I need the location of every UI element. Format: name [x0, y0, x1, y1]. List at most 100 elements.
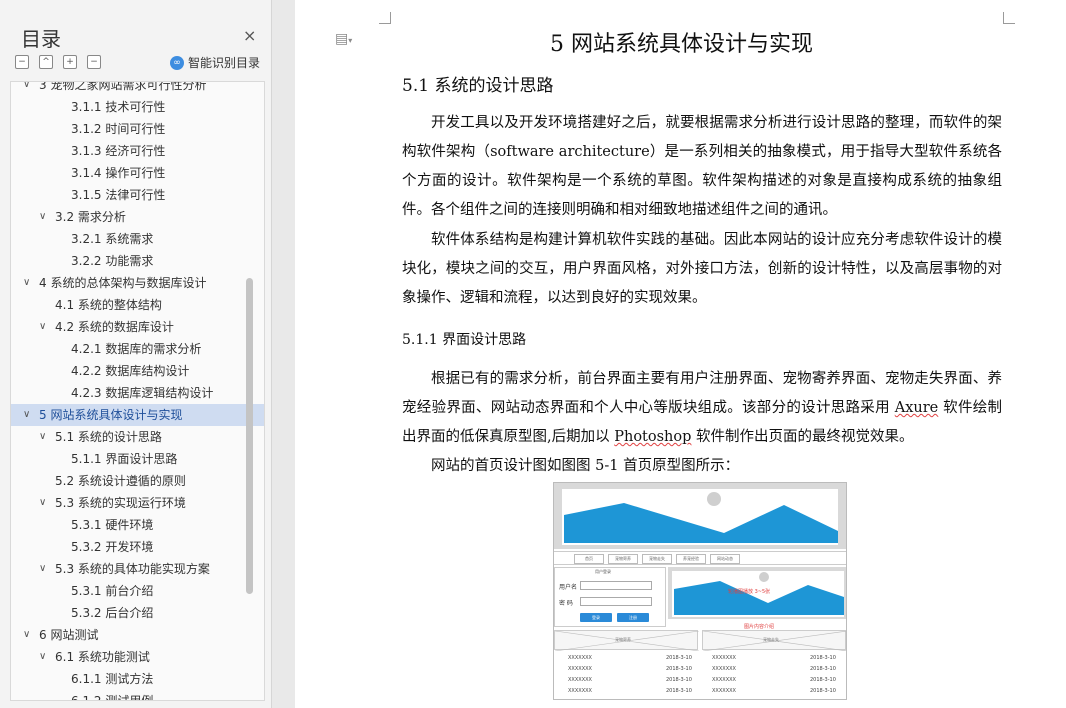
toc-item[interactable]: 5.1.1 界面设计思路: [11, 448, 264, 470]
margin-mark-left: [379, 12, 391, 24]
toc-item[interactable]: 3.2.1 系统需求: [11, 228, 264, 250]
toc-item[interactable]: ∨ 3.2 需求分析: [11, 206, 264, 228]
chevron-down-icon[interactable]: ∨: [23, 404, 30, 426]
mockup-banner: [554, 483, 846, 549]
toc-item[interactable]: ∨ 5.3 系统的实现运行环境: [11, 492, 264, 514]
mockup-section-box: 宠物寄养: [554, 630, 699, 651]
mockup-list-date: 2018-3-10: [810, 666, 836, 672]
toc-item[interactable]: 3.1.5 法律可行性: [11, 184, 264, 206]
toc-item[interactable]: 3.1.4 操作可行性: [11, 162, 264, 184]
toc-item[interactable]: ∨ 4.2 系统的数据库设计: [11, 316, 264, 338]
subsection-heading: 5.1.1 界面设计思路: [402, 332, 527, 348]
chevron-down-icon[interactable]: ∨: [39, 558, 46, 580]
paragraph-2: 软件体系结构是构建计算机软件实践的基础。因此本网站的设计应充分考虑软件设计的模块…: [402, 232, 1002, 306]
level-up-icon[interactable]: ^: [39, 55, 53, 69]
toc-item-label: 5.3 系统的实现运行环境: [55, 496, 186, 510]
chevron-down-icon[interactable]: ∨: [23, 82, 30, 96]
mockup-nav: 首页 宠物寄养 宠物走失 养宠经验 网站动态: [554, 551, 846, 565]
mockup-list-name: XXXXXXX: [712, 688, 736, 694]
chevron-down-icon[interactable]: ∨: [23, 272, 30, 294]
toc-item-label: 4.2.1 数据库的需求分析: [71, 342, 202, 356]
remove-heading-icon[interactable]: −: [87, 55, 101, 69]
toc-item[interactable]: ∨ 5.1 系统的设计思路: [11, 426, 264, 448]
mockup-list-name: XXXXXXX: [568, 677, 592, 683]
homepage-mockup-figure[interactable]: 首页 宠物寄养 宠物走失 养宠经验 网站动态 用户登录 用户名 密 码 登录 注…: [553, 482, 847, 700]
toc-item-label: 3.1.3 经济可行性: [71, 144, 166, 158]
smart-recognize-icon: ∞: [170, 55, 184, 70]
document-page[interactable]: ▤▾ 5 网站系统具体设计与实现 5.1 系统的设计思路 开发工具以及开发环境搭…: [295, 0, 1066, 708]
toc-item[interactable]: ∨ 6.1 系统功能测试: [11, 646, 264, 668]
mockup-user-input: [580, 581, 652, 590]
mockup-list-name: XXXXXXX: [568, 655, 592, 661]
toc-item-label: 6.1.1 测试方法: [71, 672, 154, 686]
mockup-tab: 宠物寄养: [608, 554, 638, 564]
mockup-list-name: XXXXXXX: [712, 666, 736, 672]
toc-item[interactable]: 4.2.3 数据库逻辑结构设计: [11, 382, 264, 404]
toc-item[interactable]: ∨ 3 宠物之家网站需求可行性分析: [11, 81, 264, 96]
chevron-down-icon[interactable]: ∨: [39, 316, 46, 338]
toc-item-label: 3.1.2 时间可行性: [71, 122, 166, 136]
toc-item[interactable]: 3.2.2 功能需求: [11, 250, 264, 272]
section-heading: 5.1 系统的设计思路: [402, 76, 554, 96]
add-heading-icon[interactable]: +: [63, 55, 77, 69]
toc-item-label: 5.2 系统设计遵循的原则: [55, 474, 186, 488]
toc-item[interactable]: 6.1.1 测试方法: [11, 668, 264, 690]
toc-item[interactable]: ∨ 5 网站系统具体设计与实现: [11, 404, 264, 426]
toc-item[interactable]: 5.2 系统设计遵循的原则: [11, 470, 264, 492]
toc-item-label: 5.3.2 后台介绍: [71, 606, 154, 620]
toc-title: 目录: [21, 27, 61, 51]
mockup-list-date: 2018-3-10: [810, 655, 836, 661]
toc-item-label: 3.2 需求分析: [55, 210, 126, 224]
toc-pane: 目录 × − ^ + − ∞ 智能识别目录 ∨ 3 宠物之家网站需求可行性分析 3.…: [0, 0, 272, 708]
collapse-all-icon[interactable]: −: [15, 55, 29, 69]
chevron-down-icon[interactable]: ∨: [23, 624, 30, 646]
toc-toolbar: − ^ + −: [15, 55, 101, 69]
mockup-register-button: 注册: [617, 613, 649, 622]
toc-item-label: 3 宠物之家网站需求可行性分析: [39, 81, 207, 92]
chevron-down-icon[interactable]: ∨: [39, 646, 46, 668]
toc-item[interactable]: 4.1 系统的整体结构: [11, 294, 264, 316]
mockup-tab: 养宠经验: [676, 554, 706, 564]
toc-list: ∨ 3 宠物之家网站需求可行性分析 3.1.1 技术可行性 3.1.2 时间可行性 3.…: [11, 81, 264, 700]
mockup-list-date: 2018-3-10: [666, 688, 692, 694]
paragraph-4: 网站的首页设计图如图图 5-1 首页原型图所示：: [431, 458, 740, 474]
toc-item[interactable]: 3.1.1 技术可行性: [11, 96, 264, 118]
toc-item[interactable]: 4.2.1 数据库的需求分析: [11, 338, 264, 360]
chevron-down-icon[interactable]: ∨: [39, 492, 46, 514]
mockup-list-name: XXXXXXX: [568, 666, 592, 672]
toc-item[interactable]: 5.3.2 后台介绍: [11, 602, 264, 624]
toc-item[interactable]: 3.1.3 经济可行性: [11, 140, 264, 162]
mockup-image-caption: 图片内容介绍: [744, 624, 775, 630]
toc-scrollbar[interactable]: [246, 278, 253, 594]
toc-item[interactable]: ∨ 6 网站测试: [11, 624, 264, 646]
toc-item[interactable]: 5.3.1 前台介绍: [11, 580, 264, 602]
close-icon[interactable]: ×: [243, 26, 256, 45]
toc-item-label: 5.1.1 界面设计思路: [71, 452, 178, 466]
toc-item[interactable]: ∨ 4 系统的总体架构与数据库设计: [11, 272, 264, 294]
mockup-list-name: XXXXXXX: [712, 655, 736, 661]
toc-item[interactable]: 3.1.2 时间可行性: [11, 118, 264, 140]
chevron-down-icon[interactable]: ∨: [39, 426, 46, 448]
mockup-login-button: 登录: [580, 613, 612, 622]
toc-item-label: 5.1 系统的设计思路: [55, 430, 162, 444]
mockup-pass-label: 密 码: [559, 600, 573, 607]
margin-mark-right: [1003, 12, 1015, 24]
toc-item[interactable]: ∨ 5.3 系统的具体功能实现方案: [11, 558, 264, 580]
toc-item[interactable]: 5.3.1 硬件环境: [11, 514, 264, 536]
mockup-list-date: 2018-3-10: [666, 666, 692, 672]
mockup-list-name: XXXXXXX: [568, 688, 592, 694]
chevron-down-icon[interactable]: ∨: [39, 206, 46, 228]
toc-item-label: 4 系统的总体架构与数据库设计: [39, 276, 207, 290]
spelling-flag-photoshop: Photoshop: [614, 429, 692, 445]
toc-item[interactable]: 4.2.2 数据库结构设计: [11, 360, 264, 382]
smart-toc-button[interactable]: ∞ 智能识别目录: [170, 54, 260, 71]
mockup-list-date: 2018-3-10: [810, 677, 836, 683]
mockup-box-caption: 宠物寄养: [615, 637, 631, 642]
mockup-banner-image: [562, 489, 838, 545]
toc-item-label: 4.2.3 数据库逻辑结构设计: [71, 386, 214, 400]
toc-item[interactable]: 5.3.2 开发环境: [11, 536, 264, 558]
toc-item-label: 3.1.5 法律可行性: [71, 188, 166, 202]
toc-item-label: 5.3.1 硬件环境: [71, 518, 154, 532]
toc-item[interactable]: 6.1.2 测试用例: [11, 690, 264, 700]
toc-item-label: 3.1.1 技术可行性: [71, 100, 166, 114]
